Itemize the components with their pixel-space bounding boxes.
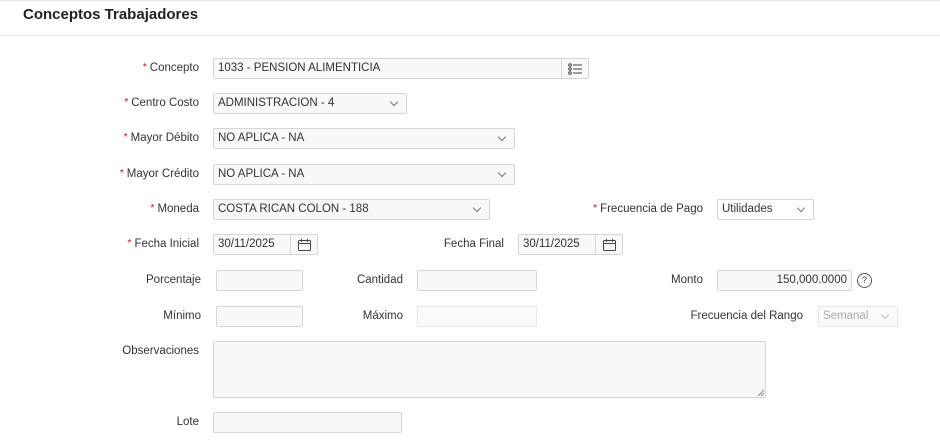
minimo-input[interactable] [216,306,303,327]
required-mark: * [127,238,132,249]
label-text: Mayor Crédito [126,168,199,180]
fecha-final-label: Fecha Final [443,238,504,250]
observaciones-label: Observaciones [122,345,199,357]
chevron-down-icon [389,97,399,107]
mayor-credito-label: * Mayor Crédito [120,164,199,184]
field-value: ADMINISTRACION - 4 [218,97,335,109]
calendar-icon [297,238,311,251]
moneda-label: * Moneda [151,199,199,219]
label-text: Frecuencia de Pago [600,203,703,215]
label-text: Fecha Inicial [134,238,199,250]
list-icon [568,62,582,75]
label-text: Moneda [157,203,199,215]
porcentaje-label: Porcentaje [146,274,201,286]
field-value: 30/11/2025 [523,238,580,250]
maximo-input[interactable] [417,306,537,327]
minimo-label: Mínimo [163,310,201,322]
field-value: 1033 - PENSION ALIMENTICIA [218,62,381,74]
calendar-button[interactable] [595,235,622,254]
mayor-debito-label: * Mayor Débito [124,128,199,148]
field-value: NO APLICA - NA [218,132,305,144]
page-title: Conceptos Trabajadores [23,6,199,23]
chevron-down-icon [497,132,507,142]
fecha-inicial-input[interactable]: 30/11/2025 [213,234,318,255]
frecuencia-rango-select[interactable]: Semanal [818,306,898,327]
centro-costo-label: * Centro Costo [124,93,199,113]
maximo-label: Máximo [362,310,403,322]
frecuencia-rango-label: Frecuencia del Rango [690,310,803,322]
chevron-down-icon [472,203,482,213]
resize-handle-icon[interactable] [757,389,764,396]
help-icon[interactable]: ? [857,273,872,288]
mayor-debito-select[interactable]: NO APLICA - NA [213,128,515,149]
required-mark: * [593,203,598,214]
field-value: Utilidades [722,203,773,215]
calendar-icon [602,238,616,251]
chevron-down-icon [497,168,507,178]
label-text: Concepto [149,62,199,74]
frecuencia-pago-select[interactable]: Utilidades [717,199,814,220]
mayor-credito-select[interactable]: NO APLICA - NA [213,164,515,185]
required-mark: * [123,132,128,143]
cantidad-label: Cantidad [356,274,403,286]
top-border [0,0,940,1]
cantidad-input[interactable] [417,270,537,291]
header-divider [0,35,940,36]
field-value: 150,000.0000 [776,274,847,286]
porcentaje-input[interactable] [216,270,303,291]
required-mark: * [142,62,147,73]
chevron-down-icon [796,203,806,213]
chevron-down-icon [880,310,890,320]
field-value: Semanal [823,310,869,322]
observaciones-textarea[interactable] [213,341,766,398]
lote-label: Lote [176,416,199,428]
concepto-input[interactable]: 1033 - PENSION ALIMENTICIA [213,58,589,79]
required-mark: * [119,168,124,179]
fecha-inicial-label: * Fecha Inicial [128,234,199,254]
monto-label: Monto [671,274,703,286]
moneda-select[interactable]: COSTA RICAN COLON - 188 [213,199,490,220]
required-mark: * [124,97,129,108]
list-button[interactable] [561,59,588,78]
required-mark: * [150,203,155,214]
frecuencia-pago-label: * Frecuencia de Pago [593,199,703,219]
centro-costo-select[interactable]: ADMINISTRACION - 4 [213,93,407,114]
fecha-final-input[interactable]: 30/11/2025 [518,234,623,255]
monto-input[interactable]: 150,000.0000 [717,270,852,291]
lote-input[interactable] [213,412,402,433]
label-text: Centro Costo [131,97,199,109]
calendar-button[interactable] [290,235,317,254]
field-value: 30/11/2025 [218,238,275,250]
field-value: NO APLICA - NA [218,168,305,180]
label-text: Mayor Débito [130,132,199,144]
field-value: COSTA RICAN COLON - 188 [218,203,369,215]
concepto-label: * Concepto [143,58,199,78]
